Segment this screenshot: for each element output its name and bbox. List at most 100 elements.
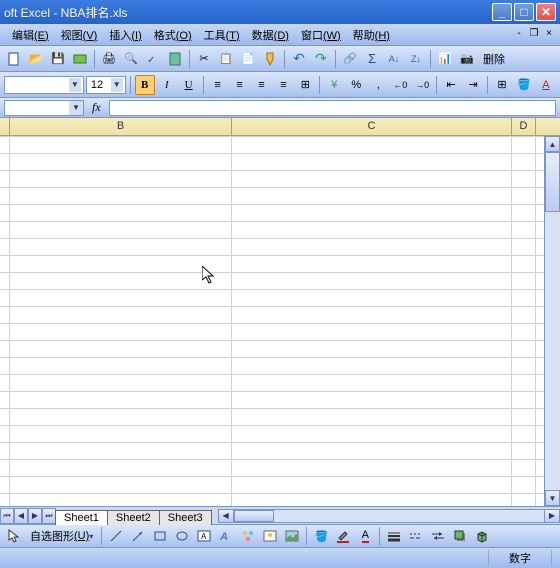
tab-last-button[interactable]: ⏭ (42, 508, 56, 524)
fill-color-button[interactable]: 🪣 (514, 75, 534, 95)
dash-style-button[interactable] (406, 526, 426, 546)
standard-toolbar: 📂 💾 🖨 🔍 ✓ ✂ 📋 📄 ↶ ↷ 🔗 Σ A↓ Z↓ 📊 📷 删除 (0, 46, 560, 72)
sheet-tab-1[interactable]: Sheet1 (55, 510, 108, 525)
comma-button[interactable]: , (368, 75, 388, 95)
sort-asc-button[interactable]: A↓ (384, 49, 404, 69)
cut-button[interactable]: ✂ (194, 49, 214, 69)
fx-button[interactable]: fx (88, 100, 105, 115)
autoshapes-button[interactable]: 自选图形(U) ▾ (26, 526, 97, 546)
menu-window[interactable]: 窗口(W) (295, 25, 347, 45)
decrease-decimal-button[interactable]: →0 (412, 75, 432, 95)
menu-view[interactable]: 视图(V) (55, 25, 104, 45)
menu-help[interactable]: 帮助(H) (347, 25, 396, 45)
menu-insert[interactable]: 插入(I) (103, 25, 147, 45)
font-size-combo[interactable]: 12▼ (86, 76, 126, 94)
print-preview-button[interactable]: 🔍 (121, 49, 141, 69)
spelling-button[interactable]: ✓ (143, 49, 163, 69)
increase-indent-button[interactable]: ⇥ (463, 75, 483, 95)
tab-prev-button[interactable]: ◀ (14, 508, 28, 524)
vertical-scrollbar[interactable]: ▲ ▼ (544, 136, 560, 506)
sort-desc-button[interactable]: Z↓ (406, 49, 426, 69)
camera-button[interactable]: 📷 (457, 49, 477, 69)
merge-center-button[interactable]: ⊞ (295, 75, 315, 95)
menu-format[interactable]: 格式(O) (148, 25, 198, 45)
formula-input[interactable] (109, 100, 556, 116)
scroll-thumb[interactable] (545, 152, 560, 212)
research-button[interactable] (165, 49, 185, 69)
open-button[interactable]: 📂 (26, 49, 46, 69)
hscroll-thumb[interactable] (234, 510, 274, 522)
align-center-button[interactable]: ≡ (230, 75, 250, 95)
column-header-c[interactable]: C (232, 118, 512, 135)
doc-close-button[interactable]: × (542, 28, 556, 42)
font-color-draw-button[interactable]: A (355, 526, 375, 546)
fill-color-draw-button[interactable]: 🪣 (311, 526, 331, 546)
borders-button[interactable]: ⊞ (492, 75, 512, 95)
clipart-button[interactable] (260, 526, 280, 546)
font-name-combo[interactable]: ▼ (4, 76, 84, 94)
scroll-right-button[interactable]: ▶ (544, 509, 560, 523)
align-left-button[interactable]: ≡ (208, 75, 228, 95)
align-justify-button[interactable]: ≡ (273, 75, 293, 95)
line-button[interactable] (106, 526, 126, 546)
decrease-indent-button[interactable]: ⇤ (441, 75, 461, 95)
sheet-tab-3[interactable]: Sheet3 (159, 510, 212, 525)
close-button[interactable]: ✕ (536, 3, 556, 21)
select-objects-button[interactable] (4, 526, 24, 546)
align-right-button[interactable]: ≡ (252, 75, 272, 95)
permission-button[interactable] (70, 49, 90, 69)
select-all-corner[interactable] (0, 118, 10, 136)
oval-button[interactable] (172, 526, 192, 546)
currency-button[interactable]: ¥ (324, 75, 344, 95)
save-icon: 💾 (51, 52, 65, 65)
paste-button[interactable]: 📄 (238, 49, 258, 69)
arrow-style-button[interactable] (428, 526, 448, 546)
maximize-button[interactable]: □ (514, 3, 534, 21)
rectangle-button[interactable] (150, 526, 170, 546)
print-button[interactable]: 🖨 (99, 49, 119, 69)
chart-wizard-button[interactable]: 📊 (435, 49, 455, 69)
column-header-d[interactable]: D (512, 118, 536, 135)
minimize-button[interactable]: _ (492, 3, 512, 21)
increase-decimal-button[interactable]: ←0 (390, 75, 410, 95)
delete-button[interactable]: 删除 (479, 49, 509, 69)
menu-edit[interactable]: 编辑(E) (6, 25, 55, 45)
line-style-button[interactable] (384, 526, 404, 546)
arrow-button[interactable] (128, 526, 148, 546)
menu-tools[interactable]: 工具(T) (198, 25, 246, 45)
tab-first-button[interactable]: ⏮ (0, 508, 14, 524)
textbox-button[interactable]: A (194, 526, 214, 546)
scroll-down-button[interactable]: ▼ (545, 490, 560, 506)
new-button[interactable] (4, 49, 24, 69)
wordart-button[interactable]: A (216, 526, 236, 546)
cell-grid[interactable] (0, 136, 544, 506)
3d-button[interactable] (472, 526, 492, 546)
hyperlink-button[interactable]: 🔗 (340, 49, 360, 69)
picture-button[interactable] (282, 526, 302, 546)
autosum-button[interactable]: Σ (362, 49, 382, 69)
undo-button[interactable]: ↶ (289, 49, 309, 69)
column-header-b[interactable]: B (10, 118, 232, 135)
line-color-button[interactable] (333, 526, 353, 546)
percent-button[interactable]: % (346, 75, 366, 95)
shadow-button[interactable] (450, 526, 470, 546)
scroll-up-button[interactable]: ▲ (545, 136, 560, 152)
font-color-button[interactable]: A (536, 75, 556, 95)
format-painter-button[interactable] (260, 49, 280, 69)
outdent-icon: ⇤ (447, 78, 456, 91)
horizontal-scrollbar[interactable]: ◀ ▶ (218, 509, 560, 523)
sheet-tab-2[interactable]: Sheet2 (107, 510, 160, 525)
doc-minimize-button[interactable]: - (512, 28, 526, 42)
name-box[interactable]: ▼ (4, 100, 84, 116)
copy-button[interactable]: 📋 (216, 49, 236, 69)
italic-button[interactable]: I (157, 75, 177, 95)
underline-button[interactable]: U (179, 75, 199, 95)
bold-button[interactable]: B (135, 75, 155, 95)
doc-restore-button[interactable]: ❐ (527, 28, 541, 42)
scroll-left-button[interactable]: ◀ (218, 509, 234, 523)
save-button[interactable]: 💾 (48, 49, 68, 69)
menu-data[interactable]: 数据(D) (246, 25, 295, 45)
redo-button[interactable]: ↷ (311, 49, 331, 69)
diagram-button[interactable] (238, 526, 258, 546)
tab-next-button[interactable]: ▶ (28, 508, 42, 524)
